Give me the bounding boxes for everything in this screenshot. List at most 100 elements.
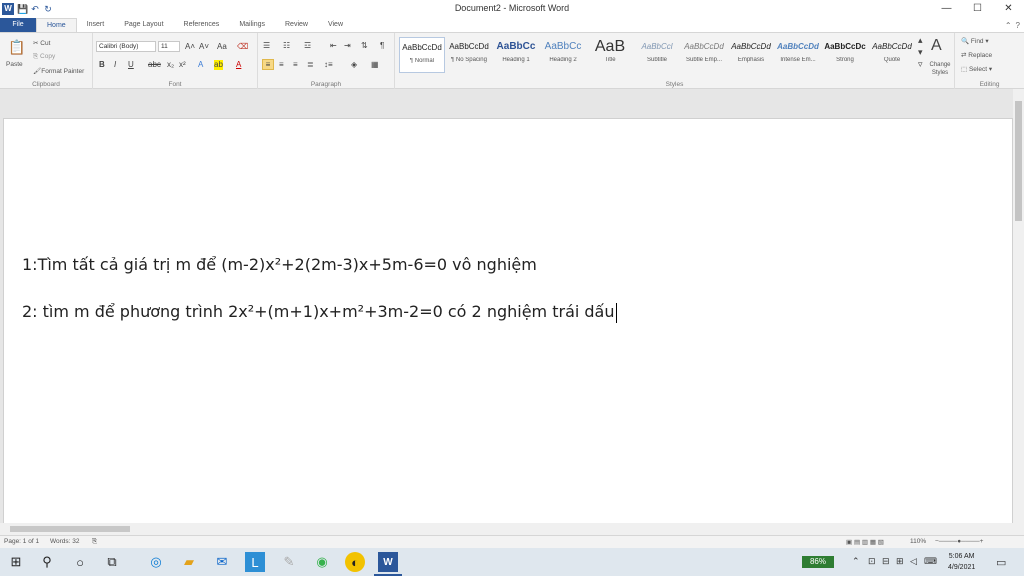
maximize-button[interactable]: ☐ xyxy=(962,0,993,17)
change-case-icon[interactable]: Aa xyxy=(217,42,227,52)
vertical-scroll-thumb[interactable] xyxy=(1015,101,1022,221)
tab-home[interactable]: Home xyxy=(36,18,77,32)
decrease-indent-icon[interactable]: ⇤ xyxy=(330,41,337,51)
help-icon[interactable]: ? xyxy=(1016,21,1020,30)
align-right-icon[interactable]: ≡ xyxy=(293,60,298,70)
style-normal[interactable]: AaBbCcDd ¶ Normal xyxy=(399,37,445,73)
close-button[interactable]: ✕ xyxy=(993,0,1024,17)
page-count[interactable]: Page: 1 of 1 xyxy=(4,538,39,545)
notifications-icon[interactable]: ▭ xyxy=(996,556,1006,569)
strikethrough-icon[interactable]: abc xyxy=(148,60,161,70)
italic-button[interactable]: I xyxy=(114,60,116,70)
network-icon[interactable]: ⊞ xyxy=(896,556,904,567)
chrome-icon[interactable]: ◉ xyxy=(312,552,332,572)
tab-review[interactable]: Review xyxy=(275,18,318,32)
cut-button[interactable]: ✂ Cut xyxy=(33,39,50,47)
format-painter-button[interactable]: 🖌Format Painter xyxy=(33,67,84,75)
line-spacing-icon[interactable]: ↕≡ xyxy=(324,60,333,70)
tab-file[interactable]: File xyxy=(0,18,36,32)
borders-icon[interactable]: ▦ xyxy=(371,60,379,70)
styles-scroll-up-icon[interactable]: ▴ xyxy=(918,35,923,45)
clock[interactable]: 5:06 AM 4/9/2021 xyxy=(948,551,975,573)
tab-references[interactable]: References xyxy=(174,18,230,32)
document-page[interactable]: 1:Tìm tất cả giá trị m để (m-2)x²+2(2m-3… xyxy=(3,118,1013,525)
edge-icon[interactable]: ◎ xyxy=(146,552,166,572)
style-no-spacing[interactable]: AaBbCcDd ¶ No Spacing xyxy=(446,37,492,73)
underline-button[interactable]: U xyxy=(128,60,134,70)
shrink-font-icon[interactable]: A˅ xyxy=(199,42,209,52)
grow-font-icon[interactable]: A˄ xyxy=(185,42,195,52)
tray-icon-1[interactable]: ⊡ xyxy=(868,556,876,567)
style-subtle-emphasis[interactable]: AaBbCcDd Subtle Emp... xyxy=(681,37,727,73)
style-title[interactable]: AaB Title xyxy=(587,37,633,73)
tray-icon-2[interactable]: ⊟ xyxy=(882,556,890,567)
subscript-icon[interactable]: x₂ xyxy=(167,60,174,70)
superscript-icon[interactable]: x² xyxy=(179,60,186,70)
change-styles-button[interactable]: Change Styles xyxy=(928,61,952,77)
minimize-ribbon-icon[interactable]: ⌃ xyxy=(1005,21,1012,30)
tab-page-layout[interactable]: Page Layout xyxy=(114,18,173,32)
show-formatting-icon[interactable]: ¶ xyxy=(380,41,384,51)
sort-icon[interactable]: ⇅ xyxy=(361,41,368,51)
word-count[interactable]: Words: 32 xyxy=(50,538,80,545)
save-icon[interactable]: 💾 xyxy=(17,4,28,14)
battery-indicator[interactable]: 86% xyxy=(802,556,834,568)
file-explorer-icon[interactable]: ▰ xyxy=(179,552,199,572)
tab-view[interactable]: View xyxy=(318,18,353,32)
horizontal-scrollbar[interactable] xyxy=(0,523,1024,535)
pen-icon[interactable]: ✎ xyxy=(279,552,299,572)
style-quote[interactable]: AaBbCcDd Quote xyxy=(869,37,915,73)
numbering-icon[interactable]: ☷ xyxy=(283,41,290,51)
mail-icon[interactable]: ✉ xyxy=(212,552,232,572)
volume-icon[interactable]: ◁ xyxy=(910,556,917,567)
align-left-icon[interactable]: ≡ xyxy=(262,59,274,70)
windows-start-icon[interactable]: ⊞ xyxy=(6,552,26,572)
style-emphasis[interactable]: AaBbCcDd Emphasis xyxy=(728,37,774,73)
font-size-select[interactable]: 11 xyxy=(158,41,180,52)
select-button[interactable]: ⬚ Select ▾ xyxy=(961,65,992,73)
paste-icon[interactable]: 📋 xyxy=(8,39,25,55)
vertical-scrollbar[interactable] xyxy=(1013,89,1024,525)
proofing-icon[interactable]: ⎘ xyxy=(92,538,97,546)
justify-icon[interactable]: ≣ xyxy=(307,60,314,70)
bold-button[interactable]: B xyxy=(99,60,105,70)
document-line-1[interactable]: 1:Tìm tất cả giá trị m để (m-2)x²+2(2m-3… xyxy=(22,255,537,274)
multilevel-list-icon[interactable]: ☲ xyxy=(304,41,311,51)
style-strong[interactable]: AaBbCcDc Strong xyxy=(822,37,868,73)
task-view-icon[interactable]: ⧉ xyxy=(102,552,122,572)
tab-mailings[interactable]: Mailings xyxy=(229,18,275,32)
zoom-level[interactable]: 110% xyxy=(910,538,926,545)
document-line-2[interactable]: 2: tìm m để phương trình 2x²+(m+1)x+m²+3… xyxy=(22,302,617,323)
styles-more-icon[interactable]: ▿ xyxy=(918,59,923,69)
style-heading-2[interactable]: AaBbCc Heading 2 xyxy=(540,37,586,73)
undo-icon[interactable]: ↶ xyxy=(30,4,40,14)
copy-button[interactable]: ⎘ Copy xyxy=(33,53,55,61)
app-l-icon[interactable]: L xyxy=(245,552,265,572)
word-taskbar-icon[interactable]: W xyxy=(378,552,398,572)
style-intense-emphasis[interactable]: AaBbCcDd Intense Em... xyxy=(775,37,821,73)
replace-button[interactable]: ⇄ Replace xyxy=(961,51,992,59)
redo-icon[interactable]: ↻ xyxy=(43,4,53,14)
find-button[interactable]: 🔍 Find ▾ xyxy=(961,37,989,45)
styles-scroll-down-icon[interactable]: ▾ xyxy=(918,47,923,57)
bullets-icon[interactable]: ☰ xyxy=(263,41,270,51)
change-styles-icon[interactable]: A xyxy=(931,37,942,55)
shading-icon[interactable]: ◈ xyxy=(351,60,357,70)
paste-button[interactable]: Paste xyxy=(6,61,23,68)
font-color-icon[interactable]: A xyxy=(236,60,241,70)
search-icon[interactable]: ⚲ xyxy=(37,552,57,572)
align-center-icon[interactable]: ≡ xyxy=(279,60,284,70)
text-effects-icon[interactable]: A xyxy=(198,60,203,70)
tab-insert[interactable]: Insert xyxy=(77,18,115,32)
minimize-button[interactable]: — xyxy=(931,0,962,17)
increase-indent-icon[interactable]: ⇥ xyxy=(344,41,351,51)
style-subtitle[interactable]: AaBbCcl Subtitle xyxy=(634,37,680,73)
font-name-select[interactable]: Calibri (Body) xyxy=(96,41,156,52)
view-buttons[interactable]: ▣ ▤ ▥ ▦ ▧ xyxy=(846,538,884,546)
language-icon[interactable]: ⌨ xyxy=(924,556,937,567)
show-hidden-icons[interactable]: ⌃ xyxy=(852,556,860,567)
clear-formatting-icon[interactable]: ⌫ xyxy=(237,42,248,52)
zoom-slider[interactable]: −────●────+ xyxy=(935,538,983,545)
cortana-icon[interactable]: ○ xyxy=(70,552,90,572)
horizontal-scroll-thumb[interactable] xyxy=(10,526,130,532)
